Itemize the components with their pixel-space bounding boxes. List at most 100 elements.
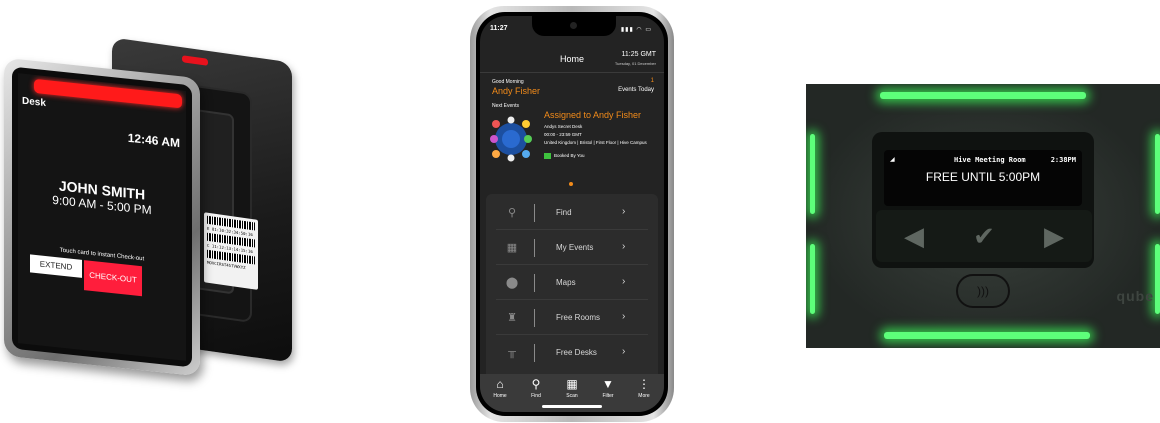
- tab-more[interactable]: ⋮ More: [626, 377, 662, 399]
- status-light-bar: [34, 78, 182, 109]
- status-led: [182, 55, 208, 66]
- chevron-right-icon: ›: [622, 241, 626, 252]
- row-divider: [496, 229, 648, 230]
- more-icon: ⋮: [638, 377, 650, 391]
- desk-cluster-icon: [490, 116, 532, 162]
- booking-status-text: Booked By You: [554, 153, 585, 159]
- bottom-tab-bar: ⌂ Home ⚲ Find ▦ Scan ▼ Filter ⋮ More: [480, 374, 664, 412]
- header-divider: [480, 72, 664, 73]
- next-events-label: Next Events: [492, 103, 519, 109]
- tab-label: Home: [493, 393, 507, 399]
- menu-divider: [534, 309, 535, 327]
- chevron-right-icon: ›: [622, 346, 626, 357]
- booked-icon: [544, 153, 551, 159]
- events-count: 1: [650, 78, 654, 84]
- phone-screen: 11:27 ▮▮▮ ◠ ▭ Home 11:25 GMT Tuesday, 01…: [480, 16, 664, 412]
- event-time: 00:00 - 23:59 GMT: [544, 132, 582, 137]
- events-label: Events Today: [618, 87, 654, 93]
- tab-scan[interactable]: ▦ Scan: [554, 377, 590, 399]
- right-light-bar: [1155, 134, 1160, 214]
- event-desk: Andys Secret Desk: [544, 124, 583, 129]
- home-icon: ⌂: [496, 377, 504, 391]
- confirm-button[interactable]: ✔: [954, 218, 1014, 254]
- desk-panel-front: Desk 12:46 AM JOHN SMITH 9:00 AM - 5:00 …: [4, 57, 200, 377]
- barcode-label: E 81:10:32:34:50:16 C 11:12:13:14:15:16 …: [204, 212, 258, 290]
- next-button[interactable]: ▶: [1024, 218, 1084, 254]
- menu-item-label: My Events: [556, 243, 594, 252]
- room-availability: FREE UNTIL 5:00PM: [925, 170, 1041, 184]
- left-light-bar-lower: [810, 244, 815, 314]
- header-date: Tuesday, 01 December: [614, 61, 656, 66]
- calendar-icon: ▦: [506, 242, 518, 254]
- left-light-bar: [810, 134, 815, 214]
- menu-item-label: Free Desks: [556, 348, 597, 357]
- greeting: Good Morning: [492, 79, 524, 85]
- room-panel-keypad: ◀ ✔ ▶: [876, 210, 1092, 262]
- tab-label: Filter: [602, 393, 614, 399]
- search-icon: ⚲: [531, 377, 541, 391]
- desk-icon: ╥: [508, 346, 516, 358]
- menu-divider: [534, 274, 535, 292]
- booking-status: Booked By You: [544, 153, 585, 159]
- home-indicator[interactable]: [542, 405, 602, 408]
- menu-item-my-events[interactable]: ▦ My Events ›: [486, 231, 658, 265]
- checkout-button[interactable]: CHECK-OUT: [84, 260, 142, 297]
- tab-filter[interactable]: ▼ Filter: [590, 377, 626, 399]
- room-panel-screen: ◢ Hive Meeting Room 2:38PM FREE UNTIL 5:…: [884, 150, 1082, 206]
- phone-bezel: 11:27 ▮▮▮ ◠ ▭ Home 11:25 GMT Tuesday, 01…: [476, 12, 668, 416]
- desk-label: Desk: [22, 95, 46, 110]
- menu-item-free-desks[interactable]: ╥ Free Desks ›: [486, 336, 658, 370]
- bottom-light-bar: [884, 332, 1090, 339]
- event-location: United Kingdom | Bristol | First Floor |…: [544, 140, 647, 145]
- room-panel-device: ◢ Hive Meeting Room 2:38PM FREE UNTIL 5:…: [806, 84, 1160, 348]
- tab-label: More: [638, 393, 650, 399]
- row-divider: [496, 299, 648, 300]
- chevron-right-icon: ›: [622, 276, 626, 287]
- room-name: Hive Meeting Room: [954, 156, 1026, 164]
- search-icon: ⚲: [507, 207, 517, 219]
- prev-button[interactable]: ◀: [884, 218, 944, 254]
- tab-label: Find: [531, 393, 541, 399]
- extend-button[interactable]: EXTEND: [30, 254, 82, 278]
- room-clock: 2:38PM: [1050, 156, 1076, 164]
- main-menu: ⚲ Find › ▦ My Events › ⬤ Maps › ♜ Free R…: [486, 194, 658, 382]
- event-card[interactable]: Assigned to Andy Fisher Andys Secret Des…: [488, 110, 664, 170]
- chevron-right-icon: ›: [622, 206, 626, 217]
- tab-find[interactable]: ⚲ Find: [518, 377, 554, 399]
- tab-home[interactable]: ⌂ Home: [482, 377, 518, 399]
- menu-item-maps[interactable]: ⬤ Maps ›: [486, 266, 658, 300]
- phone-device: 11:27 ▮▮▮ ◠ ▭ Home 11:25 GMT Tuesday, 01…: [470, 6, 674, 422]
- menu-divider: [534, 344, 535, 362]
- room-icon: ♜: [507, 312, 517, 324]
- signal-icon: ◢: [890, 157, 895, 163]
- desk-clock: 12:46 AM: [127, 130, 180, 151]
- qr-icon: ▦: [566, 377, 578, 391]
- menu-divider: [534, 239, 535, 257]
- desk-panel-device: E 81:10:32:34:50:16 C 11:12:13:14:15:16 …: [0, 0, 310, 423]
- row-divider: [496, 334, 648, 335]
- nfc-icon[interactable]: ))): [956, 274, 1010, 308]
- chevron-right-icon: ›: [622, 311, 626, 322]
- header-clock: 11:25 GMT: [621, 51, 657, 58]
- menu-divider: [534, 204, 535, 222]
- menu-item-find[interactable]: ⚲ Find ›: [486, 196, 658, 230]
- desk-panel-screen: Desk 12:46 AM JOHN SMITH 9:00 AM - 5:00 …: [18, 73, 186, 361]
- map-pin-icon: ⬤: [505, 277, 519, 289]
- status-bar-icons: ▮▮▮ ◠ ▭: [620, 27, 652, 33]
- event-title: Assigned to Andy Fisher: [544, 110, 642, 120]
- filter-icon: ▼: [602, 377, 614, 391]
- user-name: Andy Fisher: [492, 86, 541, 96]
- right-light-bar-lower: [1155, 244, 1160, 314]
- menu-item-free-rooms[interactable]: ♜ Free Rooms ›: [486, 301, 658, 335]
- tab-label: Scan: [566, 393, 578, 399]
- row-divider: [496, 264, 648, 265]
- menu-item-label: Maps: [556, 278, 576, 287]
- carousel-page-dot[interactable]: [569, 182, 573, 186]
- menu-item-label: Free Rooms: [556, 313, 601, 322]
- status-bar-time: 11:27: [490, 25, 508, 32]
- top-light-bar: [880, 92, 1086, 99]
- menu-item-label: Find: [556, 208, 572, 217]
- brand-logo: qube: [1116, 288, 1154, 304]
- camera-icon: [570, 22, 577, 29]
- product-showcase: E 81:10:32:34:50:16 C 11:12:13:14:15:16 …: [0, 0, 1160, 423]
